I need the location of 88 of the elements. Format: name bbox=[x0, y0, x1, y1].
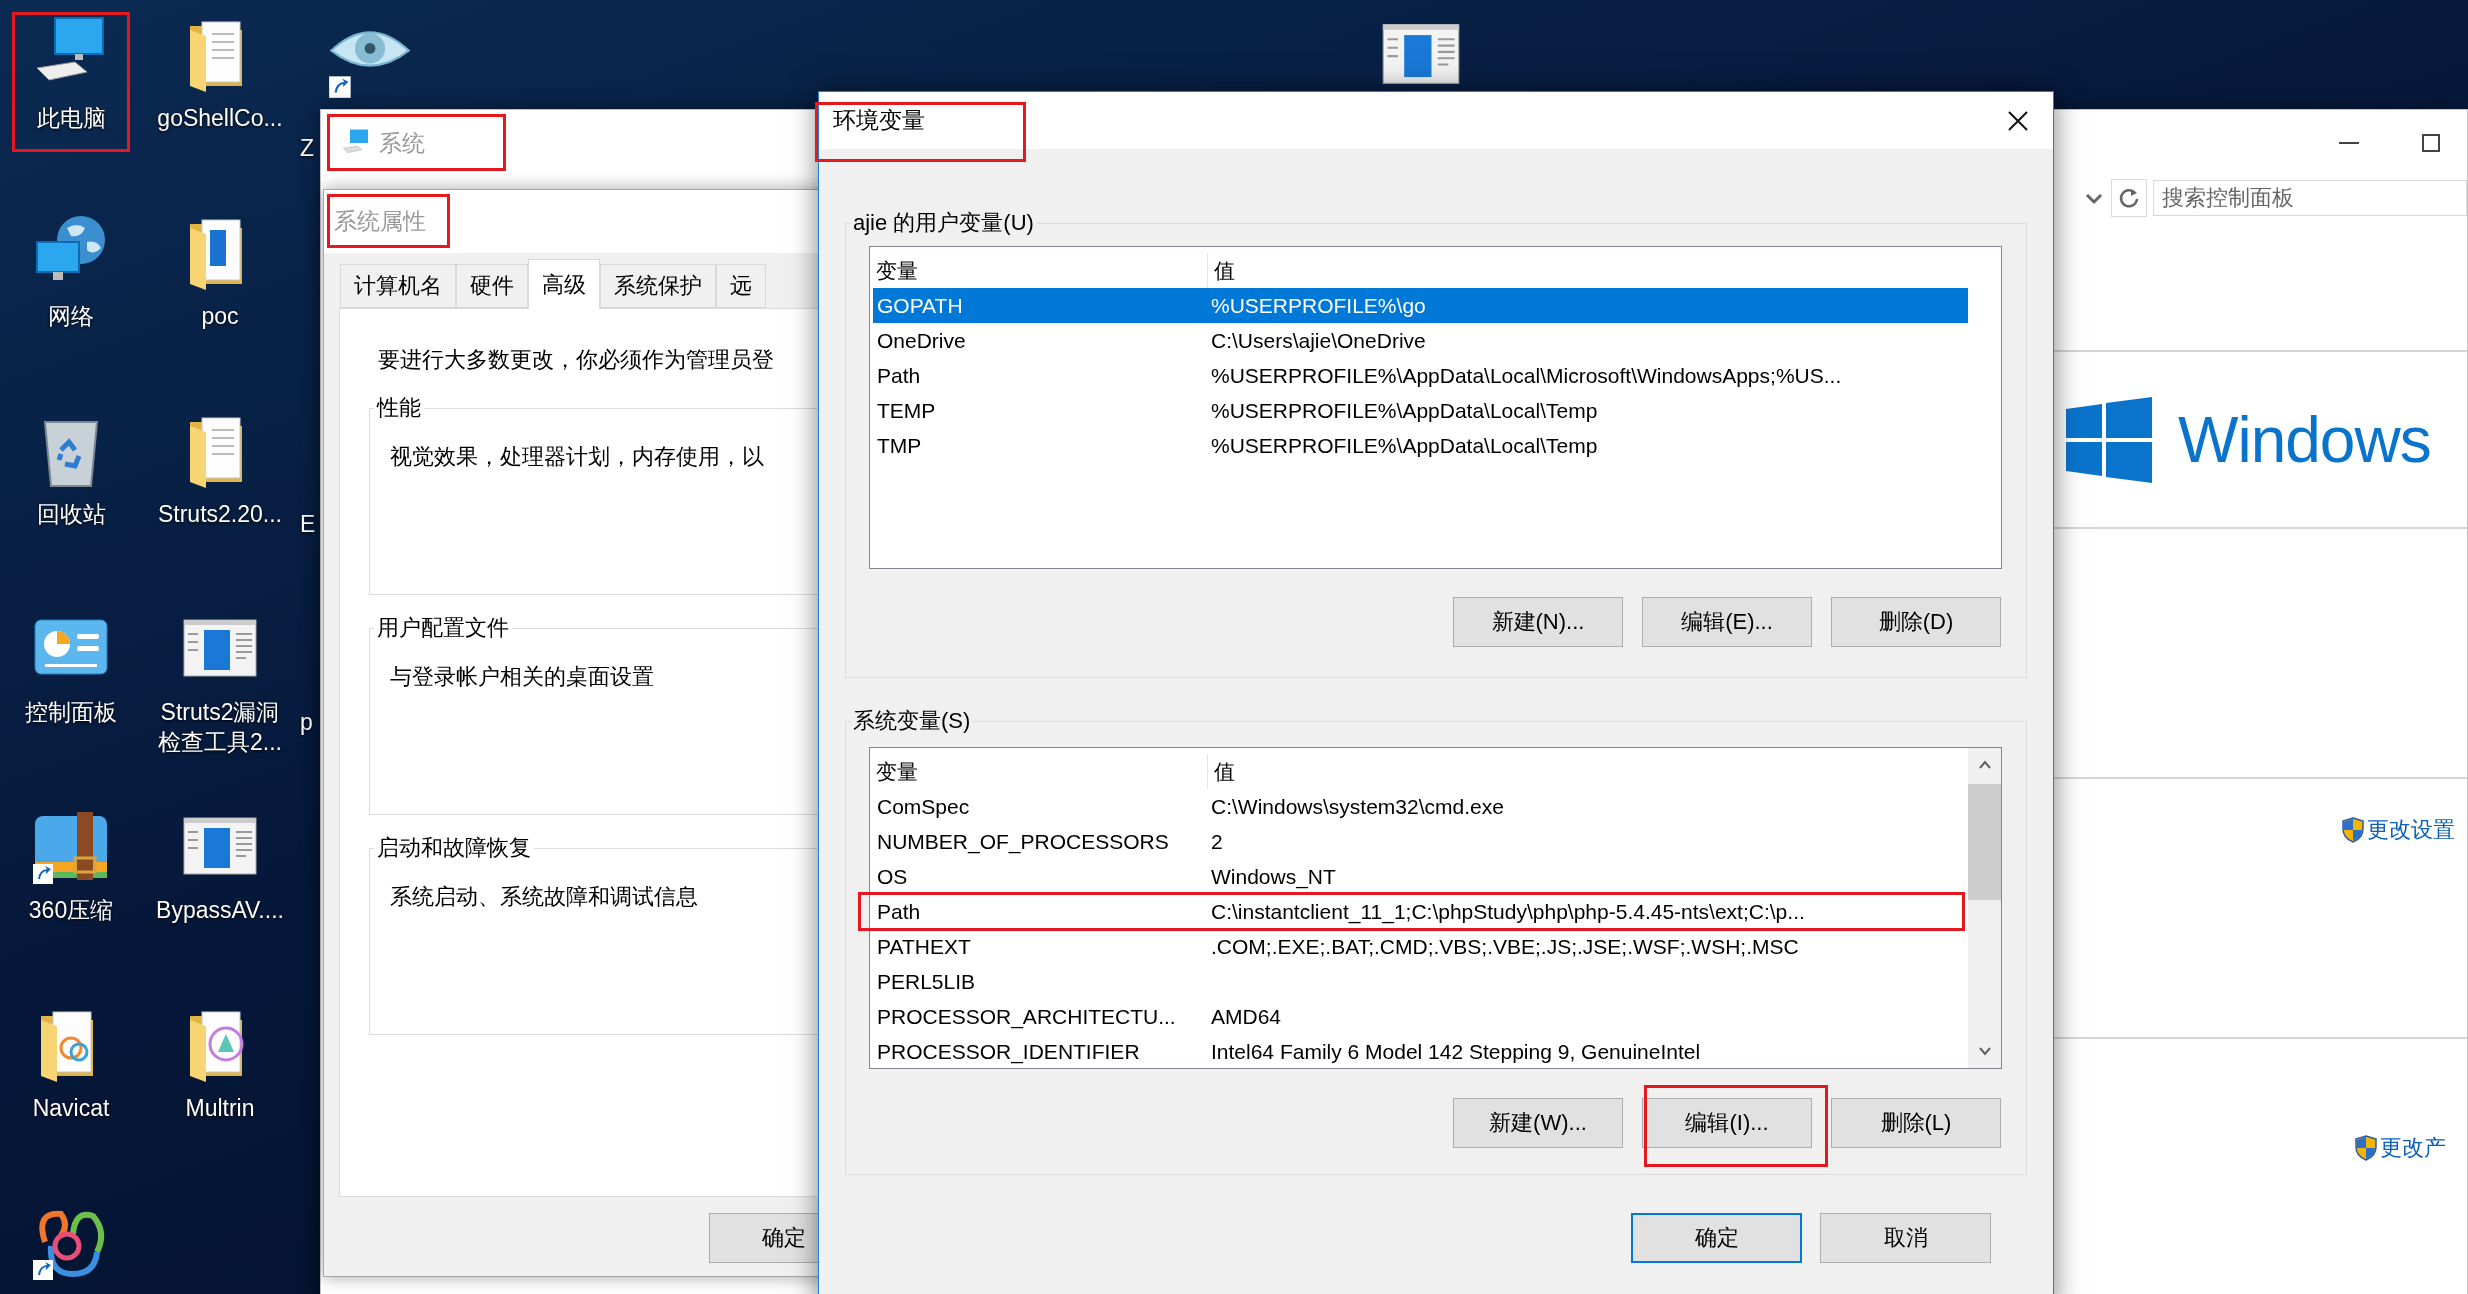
search-field[interactable]: 搜索控制面板 bbox=[2153, 180, 2467, 216]
brand-text: Windows bbox=[2178, 402, 2431, 477]
group-title: ajie 的用户变量(U) bbox=[850, 208, 1037, 238]
list-row[interactable]: ComSpec C:\Windows\system32\cmd.exe bbox=[873, 789, 1968, 824]
table-cell-text: %USERPROFILE%\AppData\Local\Microsoft\WindowsApps;%US... bbox=[1210, 362, 1843, 389]
table-cell-text: ComSpec bbox=[876, 793, 971, 820]
dialog-button[interactable]: 编辑(E)... bbox=[1642, 597, 1812, 647]
table-cell-text: %USERPROFILE%\AppData\Local\Temp bbox=[1210, 432, 1599, 459]
table-cell-text: Path bbox=[876, 898, 922, 925]
refresh-icon bbox=[2118, 187, 2140, 209]
logo-icon bbox=[2066, 396, 2152, 483]
table-cell-text: %USERPROFILE%\AppData\Local\Temp bbox=[1210, 397, 1599, 424]
table-cell-text: %USERPROFILE%\go bbox=[1210, 292, 1427, 319]
desktop-item[interactable]: Navicat bbox=[0, 998, 142, 1196]
shield-icon bbox=[2342, 817, 2364, 843]
table-cell-text: OneDrive bbox=[876, 327, 967, 354]
tab[interactable]: 系统保护 bbox=[600, 264, 716, 308]
window-title: 系统 bbox=[379, 128, 425, 158]
list-row[interactable]: PATHEXT .COM;.EXE;.BAT;.CMD;.VBS;.VBE;.JS;.JSE;.WSF;.WSH;.MSC bbox=[873, 929, 1968, 964]
list-row[interactable]: PROCESSOR_ARCHITECTU... AMD64 bbox=[873, 999, 1968, 1034]
list-row[interactable]: NUMBER_OF_PROCESSORS 2 bbox=[873, 824, 1968, 859]
list-row[interactable]: PROCESSOR_IDENTIFIER Intel64 Family 6 Model 142 Stepping 9, GenuineIntel bbox=[873, 1034, 1968, 1069]
table-cell-text: C:\instantclient_11_1;C:\phpStudy\php\php-5.4.45-nts\ext;C:\p... bbox=[1210, 898, 1806, 926]
maximize-icon bbox=[2422, 134, 2440, 152]
list-row[interactable]: OneDrive C:\Users\ajie\OneDrive bbox=[873, 323, 1968, 358]
notice-text: 要进行大多数更改，你必须作为管理员登 bbox=[378, 346, 774, 374]
list-row[interactable]: TEMP %USERPROFILE%\AppData\Local\Temp bbox=[873, 393, 1968, 428]
tab[interactable]: 远 bbox=[716, 264, 766, 308]
dialog-button[interactable]: 编辑(I)... bbox=[1642, 1098, 1812, 1148]
table-cell-text: GOPATH bbox=[876, 292, 964, 319]
list-row[interactable]: OS Windows_NT bbox=[873, 859, 1968, 894]
table-cell-text: TEMP bbox=[876, 397, 937, 424]
close-icon bbox=[2007, 109, 2029, 132]
dialog-button[interactable]: 取消 bbox=[1820, 1213, 1991, 1263]
scroll-thumb[interactable] bbox=[1968, 784, 2001, 900]
desktop-item[interactable]: 360压缩 bbox=[0, 800, 142, 998]
dialog-button[interactable]: 新建(W)... bbox=[1453, 1098, 1623, 1148]
table-cell-text: .COM;.EXE;.BAT;.CMD;.VBS;.VBE;.JS;.JSE;.WSF;.WSH;.MSC bbox=[1210, 933, 1800, 960]
table-cell-text: TMP bbox=[876, 432, 923, 459]
table-cell-text: PROCESSOR_IDENTIFIER bbox=[876, 1038, 1141, 1066]
desktop-item[interactable]: 控制面板 bbox=[0, 602, 142, 800]
list-row[interactable]: PERL5LIB bbox=[873, 964, 1968, 999]
list-row[interactable]: TMP %USERPROFILE%\AppData\Local\Temp bbox=[873, 428, 1968, 463]
dialog-title: 环境变量 bbox=[833, 106, 925, 135]
table-cell-text: PROCESSOR_ARCHITECTU... bbox=[876, 1003, 1177, 1031]
list-row[interactable]: GOPATH %USERPROFILE%\go bbox=[873, 288, 1968, 323]
minimize-icon bbox=[2339, 142, 2359, 144]
dialog-button[interactable]: 确定 bbox=[1631, 1213, 1802, 1263]
dialog-title: 系统属性 bbox=[334, 207, 426, 236]
tab[interactable]: 硬件 bbox=[456, 264, 528, 308]
group-description: 视觉效果，处理器计划，内存使用，以 bbox=[390, 443, 764, 471]
table-cell-text: 2 bbox=[1210, 828, 1224, 855]
table-cell-text: OS bbox=[876, 863, 909, 890]
group-description: 系统启动、系统故障和调试信息 bbox=[390, 883, 698, 911]
group-description: 与登录帐户相关的桌面设置 bbox=[390, 663, 654, 691]
desktop-item[interactable]: Struts2.20... bbox=[142, 404, 298, 602]
dialog-button[interactable]: 删除(L) bbox=[1831, 1098, 2001, 1148]
desktop-item[interactable]: Multrin bbox=[142, 998, 298, 1196]
change-product-link[interactable]: 更改产 bbox=[2355, 1133, 2446, 1163]
shield-icon bbox=[2355, 1135, 2377, 1161]
table-cell-text: Windows_NT bbox=[1210, 863, 1337, 891]
group-title: 系统变量(S) bbox=[850, 706, 974, 736]
table-cell-text: Path bbox=[876, 362, 922, 389]
table-cell-text: PERL5LIB bbox=[876, 968, 977, 995]
column-header[interactable]: 变量 bbox=[870, 754, 1208, 789]
list-row[interactable]: Path %USERPROFILE%\AppData\Local\Microsoft\WindowsApps;%US... bbox=[873, 358, 1968, 393]
desktop-item[interactable]: poc bbox=[142, 206, 298, 404]
desktop-item[interactable]: 此电脑 bbox=[0, 8, 142, 206]
desktop-item[interactable]: BypassAV.... bbox=[142, 800, 298, 998]
table-cell-text: Intel64 Family 6 Model 142 Stepping 9, GenuineIntel bbox=[1210, 1038, 1702, 1065]
refresh-button[interactable] bbox=[2111, 179, 2147, 217]
table-cell-text: AMD64 bbox=[1210, 1003, 1283, 1030]
desktop-item[interactable]: 回收站 bbox=[0, 404, 142, 602]
table-cell-text: NUMBER_OF_PROCESSORS bbox=[876, 828, 1170, 856]
desktop-item[interactable]: 网络 bbox=[0, 206, 142, 404]
dialog-button[interactable]: 删除(D) bbox=[1831, 597, 2001, 647]
scrollbar[interactable] bbox=[1968, 748, 2001, 1068]
desktop-item[interactable]: goShellCo... bbox=[142, 8, 298, 206]
tab[interactable]: 计算机名 bbox=[340, 264, 456, 308]
change-settings-link[interactable]: 更改设置 bbox=[2342, 815, 2455, 845]
tab[interactable]: 高级 bbox=[528, 259, 600, 309]
table-cell-text: C:\Users\ajie\OneDrive bbox=[1210, 327, 1427, 354]
column-header[interactable]: 值 bbox=[1208, 253, 2001, 288]
desktop-item[interactable]: Struts2漏洞 检查工具2... bbox=[142, 602, 298, 800]
table-cell-text: PATHEXT bbox=[876, 933, 972, 960]
table-cell-text: C:\Windows\system32\cmd.exe bbox=[1210, 793, 1505, 820]
dialog-button[interactable]: 新建(N)... bbox=[1453, 597, 1623, 647]
column-header[interactable]: 值 bbox=[1208, 754, 1968, 789]
